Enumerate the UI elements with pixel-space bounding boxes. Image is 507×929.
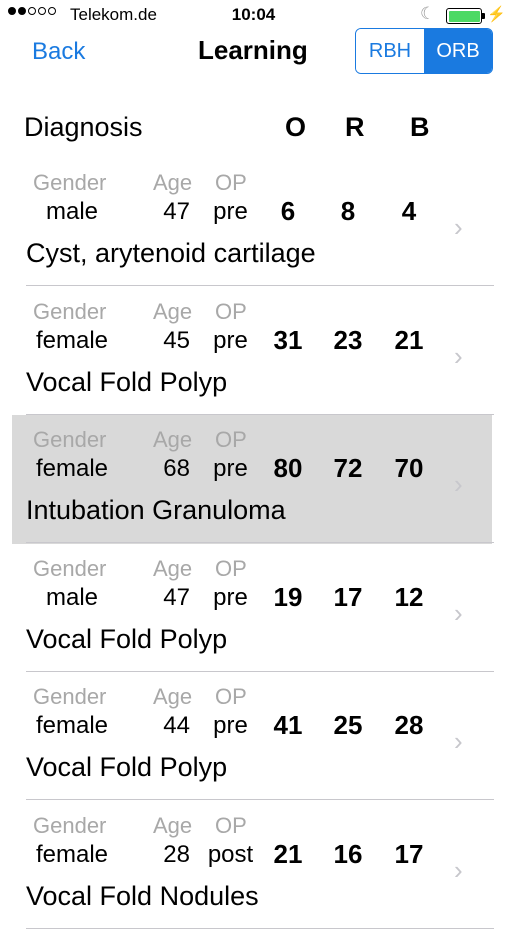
table-row[interactable]: Gender Age OP female 45 pre 31 23 21 Vocal Fold P… — [0, 287, 507, 415]
diagnosis-text: Vocal Fold Polyp — [26, 366, 228, 397]
score-o: 80 — [273, 453, 303, 483]
age-label: Age — [153, 298, 193, 324]
op-value: pre — [213, 583, 248, 611]
score-b: 12 — [394, 581, 424, 612]
op-value: post — [207, 840, 254, 868]
age-value: 47 — [163, 583, 190, 611]
header-diagnosis: Diagnosis — [24, 112, 143, 142]
header-r: R — [345, 112, 365, 142]
score-o: 31 — [273, 324, 303, 355]
gender-label: Gender — [33, 555, 107, 581]
table-row[interactable]: Gender Age OP female 44 pre 41 25 28 Vocal Fold P… — [0, 672, 507, 800]
chevron-right-icon: › — [454, 212, 463, 242]
back-button[interactable]: Back — [32, 38, 85, 66]
score-r: 72 — [333, 453, 363, 483]
age-value: 28 — [163, 840, 190, 868]
score-o: 41 — [273, 710, 303, 740]
age-label: Age — [153, 427, 193, 452]
age-value: 47 — [163, 198, 190, 225]
gender-value: female — [35, 712, 109, 739]
chevron-right-icon: › — [454, 340, 463, 371]
gender-label: Gender — [33, 812, 107, 838]
gender-value: male — [45, 583, 99, 611]
gender-value: female — [35, 840, 109, 868]
battery-icon — [446, 8, 482, 24]
diagnosis-text: Cyst, arytenoid cartilage — [26, 238, 316, 268]
score-r: 25 — [333, 710, 363, 740]
chevron-right-icon: › — [454, 469, 463, 499]
chevron-right-icon: › — [454, 726, 463, 756]
op-value: pre — [213, 455, 248, 482]
score-o: 6 — [280, 196, 296, 226]
table-row[interactable]: Gender Age OP female 68 pre 80 72 70 Intubation G… — [0, 415, 507, 544]
battery-tip — [482, 13, 485, 19]
age-label: Age — [153, 684, 193, 709]
gender-value: male — [45, 198, 99, 225]
age-label: Age — [153, 555, 193, 581]
age-label: Age — [153, 812, 193, 838]
gender-label: Gender — [33, 684, 107, 709]
gender-value: female — [35, 326, 109, 354]
diagnosis-text: Vocal Fold Polyp — [26, 623, 228, 654]
score-r: 16 — [333, 838, 363, 869]
column-header: Diagnosis O R B — [0, 108, 507, 148]
gender-value: female — [35, 455, 109, 482]
segment-rbh[interactable]: RBH — [356, 29, 424, 73]
gender-label: Gender — [33, 170, 107, 195]
charging-icon: ⚡ — [487, 6, 506, 23]
op-value: pre — [213, 198, 248, 225]
op-label: OP — [215, 684, 247, 709]
mode-segmented-control[interactable]: RBH ORB — [355, 28, 493, 74]
table-row[interactable]: Gender Age OP male 47 pre 6 8 4 Cyst, arytenoid c… — [0, 158, 507, 286]
gender-label: Gender — [33, 427, 107, 452]
score-b: 17 — [394, 838, 424, 869]
table-row[interactable]: Gender Age OP male 47 pre 19 17 12 Vocal Fold Pol… — [0, 544, 507, 672]
score-o: 21 — [273, 838, 303, 869]
op-value: pre — [213, 712, 248, 739]
op-label: OP — [215, 555, 247, 581]
gender-label: Gender — [33, 298, 107, 324]
score-b: 4 — [401, 196, 417, 226]
op-label: OP — [215, 170, 247, 195]
score-b: 70 — [394, 453, 424, 483]
table-row[interactable]: Gender Age OP female 28 post 21 16 17 Vocal Fold … — [0, 801, 507, 929]
age-label: Age — [153, 170, 193, 195]
op-label: OP — [215, 812, 247, 838]
score-r: 8 — [340, 196, 356, 226]
chevron-right-icon: › — [454, 597, 463, 628]
diagnosis-text: Intubation Granuloma — [26, 495, 286, 525]
age-value: 44 — [163, 712, 190, 739]
diagnosis-text: Vocal Fold Polyp — [26, 752, 228, 782]
op-label: OP — [215, 298, 247, 324]
score-o: 19 — [273, 581, 303, 612]
score-r: 23 — [333, 324, 363, 355]
score-r: 17 — [333, 581, 363, 612]
op-label: OP — [215, 427, 247, 452]
score-b: 28 — [394, 710, 424, 740]
age-value: 45 — [163, 326, 190, 354]
row-separator — [26, 927, 494, 929]
page-title: Learning — [198, 35, 308, 65]
age-value: 68 — [163, 455, 190, 482]
do-not-disturb-icon: ☾ — [420, 4, 436, 23]
op-value: pre — [213, 326, 248, 354]
score-b: 21 — [394, 324, 424, 355]
chevron-right-icon: › — [454, 854, 463, 885]
segment-orb[interactable]: ORB — [424, 29, 492, 73]
diagnosis-text: Vocal Fold Nodules — [26, 880, 259, 911]
header-b: B — [410, 112, 430, 142]
header-o: O — [285, 112, 307, 142]
